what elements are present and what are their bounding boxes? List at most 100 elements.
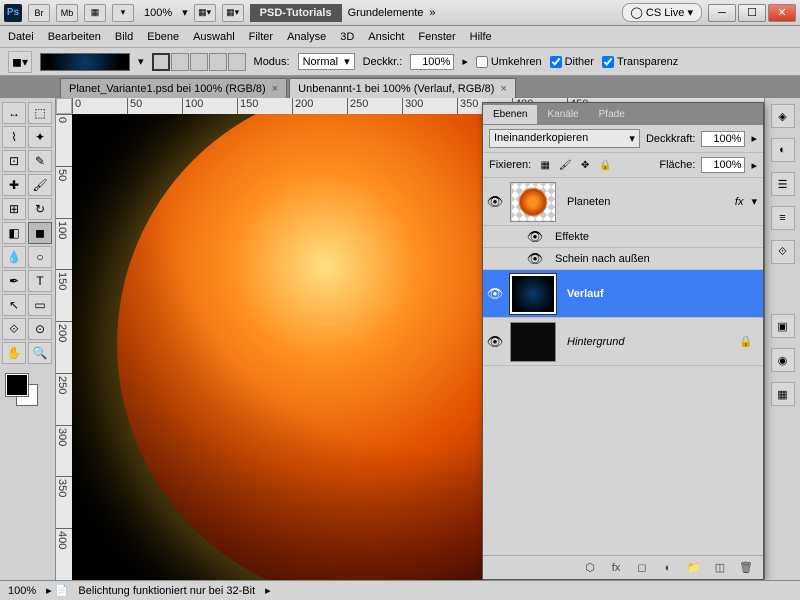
actions-icon[interactable]: ◉ [771,348,795,372]
visibility-icon[interactable]: 👁 [483,334,507,350]
healing-tool[interactable]: ✚ [2,174,26,196]
layer-opacity-input[interactable]: 100% [701,131,745,147]
document-tab[interactable]: Unbenannt-1 bei 100% (Verlauf, RGB/8)× [289,78,516,98]
type-tool[interactable]: T [28,270,52,292]
document-tab[interactable]: Planet_Variante1.psd bei 100% (RGB/8)× [60,78,287,98]
maximize-button[interactable]: ☐ [738,4,766,22]
lock-position-icon[interactable]: ✥ [577,157,593,173]
lock-transparent-icon[interactable]: ▦ [537,157,553,173]
opacity-flyout-icon[interactable]: ▸ [462,55,468,68]
lock-pixels-icon[interactable]: 🖌 [557,157,573,173]
arrange-button[interactable]: ▾ [112,4,134,22]
guides-button[interactable]: ▦▾ [222,4,244,22]
stamp-tool[interactable]: ⊞ [2,198,26,220]
layer-group-icon[interactable]: 📁 [685,560,703,576]
paragraph-icon[interactable]: ☰ [771,172,795,196]
chevron-down-icon[interactable]: ▾ [751,195,763,208]
opacity-input[interactable]: 100% [410,54,454,70]
flyout-icon[interactable]: ▸ [751,159,757,172]
visibility-icon[interactable]: 👁 [483,286,507,302]
info-icon[interactable]: ▦ [771,382,795,406]
close-icon[interactable]: × [500,83,506,95]
gradient-tool[interactable]: ◼ [28,222,52,244]
ruler-vertical[interactable]: 050100150200250300350400 [56,114,72,580]
umkehren-checkbox[interactable]: Umkehren [476,56,542,68]
gradient-angle[interactable] [190,53,208,71]
screen-mode-button[interactable]: ▦ [84,4,106,22]
history-icon[interactable]: ▣ [771,314,795,338]
fx-badge[interactable]: fx [735,196,752,208]
fill-opacity-input[interactable]: 100% [701,157,745,173]
layer-thumbnail[interactable] [510,322,556,362]
tab-pfade[interactable]: Pfade [589,105,635,124]
menu-filter[interactable]: Filter [249,31,273,43]
eyedropper-tool[interactable]: ✎ [28,150,52,172]
menu-analyse[interactable]: Analyse [287,31,326,43]
layer-thumbnail[interactable] [510,182,556,222]
gradient-tool-indicator[interactable]: ◼▾ [8,51,32,73]
adjustments-icon[interactable]: ◐ [771,138,795,162]
lock-all-icon[interactable]: 🔒 [597,157,613,173]
layer-name[interactable]: Planeten [559,196,735,208]
adjustment-layer-icon[interactable]: ◐ [659,560,677,576]
menu-bearbeiten[interactable]: Bearbeiten [48,31,101,43]
blur-tool[interactable]: 💧 [2,246,26,268]
3d-tool[interactable]: ⟐ [2,318,26,340]
move-tool[interactable]: ↔ [2,102,26,124]
layer-effect-row[interactable]: 👁 Schein nach außen [483,248,763,270]
history-brush-tool[interactable]: ↻ [28,198,52,220]
gradient-radial[interactable] [171,53,189,71]
transparenz-checkbox[interactable]: Transparenz [602,56,678,68]
minibridge-button[interactable]: Mb [56,4,78,22]
layer-style-icon[interactable]: fx [607,560,625,576]
marquee-tool[interactable]: ⬚ [28,102,52,124]
bridge-button[interactable]: Br [28,4,50,22]
pen-tool[interactable]: ✒ [2,270,26,292]
character-icon[interactable]: ≡ [771,206,795,230]
path-tool[interactable]: ↖ [2,294,26,316]
new-layer-icon[interactable]: ◫ [711,560,729,576]
menu-datei[interactable]: Datei [8,31,34,43]
lasso-tool[interactable]: ⌇ [2,126,26,148]
status-zoom[interactable]: 100% [8,585,36,597]
foreground-color-swatch[interactable] [6,374,28,396]
tab-ebenen[interactable]: Ebenen [483,105,537,124]
layer-mask-icon[interactable]: ◻ [633,560,651,576]
menu-fenster[interactable]: Fenster [418,31,455,43]
dither-checkbox[interactable]: Dither [550,56,594,68]
close-button[interactable]: ✕ [768,4,796,22]
layer-name[interactable]: Verlauf [559,288,763,300]
gradient-linear[interactable] [152,53,170,71]
close-icon[interactable]: × [272,83,278,95]
workspace-name[interactable]: Grundelemente [348,7,424,19]
menu-hilfe[interactable]: Hilfe [470,31,492,43]
delete-layer-icon[interactable]: 🗑 [737,560,755,576]
layer-row[interactable]: 👁 Planeten fx ▾ [483,178,763,226]
gradient-preview[interactable] [40,53,130,71]
flyout-icon[interactable]: ▸ [751,132,757,145]
menu-ansicht[interactable]: Ansicht [368,31,404,43]
shape-tool[interactable]: ▭ [28,294,52,316]
hand-tool[interactable]: ✋ [2,342,26,364]
tab-kanaele[interactable]: Kanäle [537,105,588,124]
chevron-right-icon[interactable]: ▸ [265,584,271,597]
brush-tool[interactable]: 🖌 [28,174,52,196]
visibility-icon[interactable]: 👁 [483,194,507,210]
gradient-diamond[interactable] [228,53,246,71]
layer-row[interactable]: 👁 Verlauf [483,270,763,318]
3d-camera-tool[interactable]: ⊙ [28,318,52,340]
layers-icon[interactable]: ◈ [771,104,795,128]
menu-auswahl[interactable]: Auswahl [193,31,235,43]
eraser-tool[interactable]: ◧ [2,222,26,244]
zoom-dropdown-icon[interactable]: ▾ [182,6,188,19]
cslive-button[interactable]: ◯ CS Live ▾ [622,3,702,22]
minimize-button[interactable]: ─ [708,4,736,22]
link-layers-icon[interactable]: ⬡ [581,560,599,576]
status-doc-icon[interactable]: ▸ 📄 [46,584,68,597]
dodge-tool[interactable]: ○ [28,246,52,268]
zoom-tool[interactable]: 🔍 [28,342,52,364]
layer-blend-mode-dropdown[interactable]: Ineinanderkopieren▾ [489,129,640,148]
wand-tool[interactable]: ✦ [28,126,52,148]
layer-effects-row[interactable]: 👁 Effekte [483,226,763,248]
chevron-right-icon[interactable]: » [429,7,435,19]
